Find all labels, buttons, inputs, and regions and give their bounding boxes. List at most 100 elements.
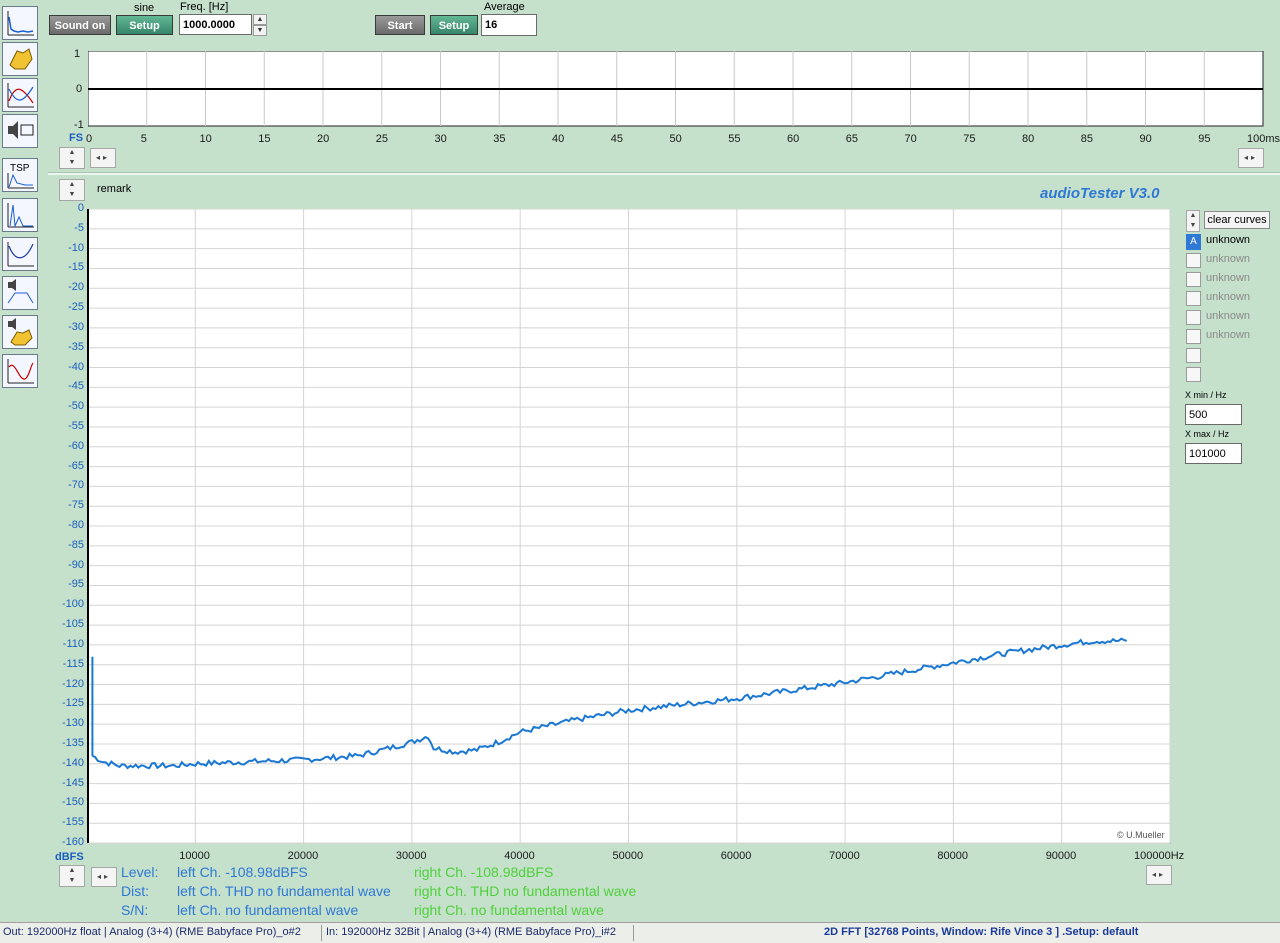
scope-plot: [88, 51, 1264, 127]
curve-checkbox[interactable]: [1186, 310, 1201, 325]
status-in: In: 192000Hz 32Bit | Analog (3+4) (RME B…: [326, 926, 616, 938]
fft-y-tick: -80: [68, 519, 84, 531]
left-sn-value: left Ch. no fundamental wave: [177, 902, 359, 918]
curve-checkbox[interactable]: [1186, 291, 1201, 306]
curve-checkbox[interactable]: [1186, 367, 1201, 382]
scope-x-tick: 50: [669, 133, 682, 145]
fft-scroll-right[interactable]: ◂▸: [1146, 865, 1172, 885]
freq-down-arrow[interactable]: ▼: [253, 25, 267, 36]
xmin-input[interactable]: [1185, 404, 1242, 425]
fft-y-tick: -60: [68, 439, 84, 452]
sn-label: S/N:: [121, 902, 149, 918]
scope-x-tick: 0: [86, 133, 93, 145]
scope-x-tick: 90: [1139, 133, 1152, 145]
scope-scroll-right[interactable]: ◂▸: [1238, 148, 1264, 168]
fft-y-tick: -10: [68, 241, 84, 254]
average-label: Average: [484, 1, 525, 13]
generator-button[interactable]: [2, 42, 38, 76]
curve-checkbox[interactable]: [1186, 348, 1201, 363]
fft-y-tick: -145: [61, 776, 84, 789]
svg-text:TSP: TSP: [10, 163, 30, 174]
tsp-button[interactable]: TSP: [2, 158, 38, 192]
fft-x-tick: 20000: [287, 850, 319, 862]
fft-y-tick: -130: [61, 717, 84, 730]
impulse-button[interactable]: [2, 198, 38, 232]
response-button[interactable]: [2, 78, 38, 112]
fft-view-button[interactable]: [2, 6, 38, 40]
fft-x-tick: 100000Hz: [1134, 850, 1185, 862]
status-bar: Out: 192000Hz float | Analog (3+4) (RME …: [0, 922, 1280, 943]
curve-checkbox[interactable]: [1186, 253, 1201, 268]
fft-x-tick: 60000: [720, 850, 752, 862]
remark-label: remark: [97, 183, 132, 195]
fft-y-tick: -45: [68, 380, 84, 393]
curves-spinner[interactable]: ▲ ▼: [1186, 210, 1200, 232]
fft-y-tick: -125: [61, 697, 84, 710]
speaker-response-button[interactable]: [2, 276, 38, 310]
fft-y-tick: -75: [68, 499, 84, 512]
scope-y-tick: 1: [74, 48, 81, 60]
impulse-icon: [7, 203, 34, 228]
average-input[interactable]: [481, 14, 537, 36]
freq-up-arrow[interactable]: ▲: [253, 14, 267, 25]
fft-y-tick: -150: [61, 796, 84, 809]
spectrum-icon: [7, 11, 34, 36]
right-level-value: right Ch. -108.98dBFS: [414, 864, 554, 880]
scope-zoom-spinner[interactable]: ▲ ▼: [59, 147, 85, 169]
fft-x-tick: 40000: [504, 850, 535, 862]
analyzer-setup-button[interactable]: Setup: [430, 15, 478, 35]
fft-y-tick: -85: [68, 538, 84, 551]
scope-y-tick: -1: [74, 119, 84, 131]
speaker-gen-button[interactable]: [2, 315, 38, 349]
fft-scroll-left-right[interactable]: ◂▸: [91, 867, 117, 887]
waveform-label: sine: [134, 2, 155, 14]
speaker-hands-icon: [8, 318, 33, 346]
panel-divider: [48, 172, 1280, 175]
level-label: Level:: [121, 864, 159, 880]
curve-label: unknown: [1206, 272, 1251, 284]
fft-y-tick: -35: [68, 340, 84, 353]
tsp-icon: TSP: [7, 163, 34, 189]
fft-y-tick: -140: [61, 756, 84, 769]
fft-y-tick: -70: [68, 479, 84, 492]
fft-y-tick: -155: [61, 816, 84, 829]
curve-label: unknown: [1206, 234, 1251, 246]
right-sn-value: right Ch. no fundamental wave: [414, 902, 604, 918]
curve-checkbox[interactable]: [1186, 329, 1201, 344]
impedance-button[interactable]: [2, 237, 38, 271]
fft-y-tick: -90: [68, 558, 84, 571]
fft-y-tick: -115: [62, 657, 84, 670]
speaker-button[interactable]: [2, 114, 38, 148]
sound-on-button[interactable]: Sound on: [49, 15, 111, 35]
phase-button[interactable]: [2, 354, 38, 388]
generator-setup-button[interactable]: Setup: [116, 15, 173, 35]
fft-y-tick: -25: [68, 301, 84, 314]
xmax-input[interactable]: [1185, 443, 1242, 464]
freq-input[interactable]: [179, 14, 252, 35]
fft-x-tick: 70000: [829, 850, 860, 862]
fft-y-tick: -105: [61, 618, 84, 631]
phase-icon: [7, 359, 34, 384]
scope-scroll-left-right[interactable]: ◂▸: [90, 148, 116, 168]
xmin-label: X min / Hz: [1185, 390, 1227, 400]
freq-label: Freq. [Hz]: [180, 1, 229, 13]
readout-spinner[interactable]: ▲ ▼: [59, 865, 85, 887]
dist-label: Dist:: [121, 883, 149, 899]
fft-y-tick: -65: [68, 459, 84, 472]
speaker-icon: [8, 121, 34, 139]
remark-spinner[interactable]: ▲ ▼: [59, 179, 85, 201]
curve-a-marker[interactable]: A: [1186, 234, 1201, 250]
scope-x-tick: 25: [375, 133, 388, 145]
curve-checkbox[interactable]: [1186, 272, 1201, 287]
curve-label: unknown: [1206, 253, 1251, 265]
start-button[interactable]: Start: [375, 15, 425, 35]
fft-y-tick: 0: [77, 202, 84, 214]
scope-x-tick: 20: [317, 133, 330, 145]
scope-x-tick: 100ms: [1247, 133, 1280, 145]
scope-x-tick: 95: [1198, 133, 1211, 145]
speaker-curve-icon: [7, 279, 34, 304]
clear-curves-button[interactable]: clear curves: [1204, 211, 1270, 229]
fft-x-tick: 10000: [179, 850, 210, 862]
status-mode: 2D FFT [32768 Points, Window: Rife Vince…: [824, 926, 1139, 938]
scope-x-tick: 55: [728, 133, 741, 145]
